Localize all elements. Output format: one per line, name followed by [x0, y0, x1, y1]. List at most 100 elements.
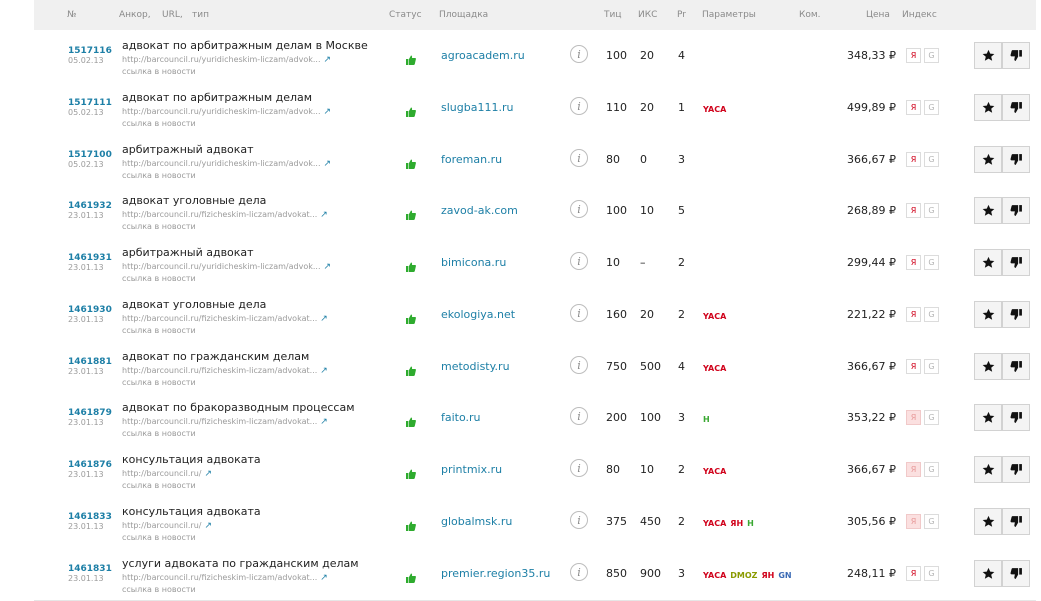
column-type[interactable]: тип — [192, 10, 209, 20]
favorite-button[interactable] — [974, 300, 1002, 328]
external-link-icon[interactable]: ↗ — [320, 210, 328, 220]
link-id[interactable]: 1461876 — [68, 460, 112, 470]
favorite-button[interactable] — [974, 507, 1002, 535]
yandex-index-badge[interactable]: Я — [906, 151, 921, 167]
yandex-index-badge[interactable]: Я — [906, 565, 921, 581]
google-index-badge[interactable]: G — [924, 410, 939, 426]
google-index-badge[interactable]: G — [924, 462, 939, 477]
yandex-index-badge[interactable]: Я — [906, 410, 921, 426]
info-icon[interactable]: i — [570, 200, 588, 219]
google-index-badge[interactable]: G — [924, 99, 939, 115]
column-iks[interactable]: ИКС — [638, 10, 657, 20]
info-icon[interactable]: i — [570, 252, 588, 270]
dislike-button[interactable] — [1002, 145, 1030, 173]
info-icon[interactable]: i — [570, 407, 588, 426]
dislike-button[interactable] — [1002, 352, 1030, 380]
favorite-button[interactable] — [974, 456, 1002, 483]
column-status[interactable]: Статус — [389, 10, 422, 20]
external-link-icon[interactable]: ↗ — [204, 521, 212, 531]
link-id[interactable]: 1517100 — [68, 150, 112, 160]
google-index-badge[interactable]: G — [924, 151, 939, 167]
link-id[interactable]: 1461931 — [68, 253, 112, 263]
google-index-badge[interactable]: G — [924, 306, 939, 322]
column-url[interactable]: URL, — [162, 10, 183, 20]
dislike-button[interactable] — [1002, 249, 1030, 276]
google-index-badge[interactable]: G — [924, 203, 939, 219]
link-id[interactable]: 1517111 — [68, 98, 112, 108]
yandex-index-badge[interactable]: Я — [906, 48, 921, 63]
site-link[interactable]: foreman.ru — [441, 153, 502, 166]
link-id[interactable]: 1461879 — [68, 408, 112, 418]
site-link[interactable]: printmix.ru — [441, 463, 502, 476]
external-link-icon[interactable]: ↗ — [320, 573, 328, 583]
dislike-button[interactable] — [1002, 42, 1030, 69]
site-link[interactable]: globalmsk.ru — [441, 515, 512, 528]
site-link[interactable]: slugba111.ru — [441, 101, 513, 114]
site-link[interactable]: faito.ru — [441, 411, 481, 424]
external-link-icon[interactable]: ↗ — [324, 107, 332, 117]
yandex-index-badge[interactable]: Я — [906, 462, 921, 477]
info-icon[interactable]: i — [570, 355, 588, 374]
google-index-badge[interactable]: G — [924, 48, 939, 63]
link-id[interactable]: 1461932 — [68, 201, 112, 211]
column-anchor[interactable]: Анкор, — [119, 10, 151, 20]
dislike-button[interactable] — [1002, 93, 1030, 121]
site-link[interactable]: ekologiya.net — [441, 308, 515, 321]
dislike-button[interactable] — [1002, 404, 1030, 432]
link-id[interactable]: 1517116 — [68, 46, 112, 56]
yandex-index-badge[interactable]: Я — [906, 513, 921, 529]
favorite-button[interactable] — [974, 145, 1002, 173]
site-link[interactable]: bimicona.ru — [441, 256, 506, 269]
column-pr[interactable]: Pr — [677, 10, 686, 20]
yandex-index-badge[interactable]: Я — [906, 203, 921, 219]
dislike-button[interactable] — [1002, 300, 1030, 328]
link-id[interactable]: 1461831 — [68, 564, 112, 574]
favorite-button[interactable] — [974, 42, 1002, 69]
external-link-icon[interactable]: ↗ — [320, 366, 328, 376]
yandex-index-badge[interactable]: Я — [906, 306, 921, 322]
params-list: YACA ЯН H — [703, 519, 758, 528]
link-id[interactable]: 1461833 — [68, 512, 112, 522]
favorite-button[interactable] — [974, 559, 1002, 587]
favorite-button[interactable] — [974, 352, 1002, 380]
favorite-button[interactable] — [974, 93, 1002, 121]
yandex-index-badge[interactable]: Я — [906, 99, 921, 115]
info-icon[interactable]: i — [570, 510, 588, 529]
site-link[interactable]: metodisty.ru — [441, 360, 510, 373]
yandex-index-badge[interactable]: Я — [906, 255, 921, 270]
info-icon[interactable]: i — [570, 303, 588, 322]
info-icon[interactable]: i — [570, 96, 588, 115]
dislike-button[interactable] — [1002, 197, 1030, 225]
favorite-button[interactable] — [974, 249, 1002, 276]
site-link[interactable]: premier.region35.ru — [441, 567, 550, 580]
favorite-button[interactable] — [974, 197, 1002, 225]
info-icon[interactable]: i — [570, 459, 588, 477]
pr-value: 2 — [678, 514, 685, 528]
info-icon[interactable]: i — [570, 562, 588, 581]
info-icon[interactable]: i — [570, 148, 588, 167]
link-id[interactable]: 1461881 — [68, 357, 112, 367]
external-link-icon[interactable]: ↗ — [324, 55, 332, 65]
external-link-icon[interactable]: ↗ — [320, 417, 328, 427]
favorite-button[interactable] — [974, 404, 1002, 432]
external-link-icon[interactable]: ↗ — [324, 262, 332, 272]
external-link-icon[interactable]: ↗ — [320, 314, 328, 324]
yandex-index-badge[interactable]: Я — [906, 358, 921, 374]
site-link[interactable]: zavod-ak.com — [441, 204, 518, 217]
google-index-badge[interactable]: G — [924, 513, 939, 529]
info-icon[interactable]: i — [570, 45, 588, 63]
external-link-icon[interactable]: ↗ — [204, 469, 212, 479]
column-tic[interactable]: Тиц — [604, 10, 621, 20]
params-list: YACA — [703, 467, 730, 476]
external-link-icon[interactable]: ↗ — [324, 159, 332, 169]
google-index-badge[interactable]: G — [924, 255, 939, 270]
dislike-button[interactable] — [1002, 456, 1030, 483]
google-index-badge[interactable]: G — [924, 358, 939, 374]
google-index-badge[interactable]: G — [924, 565, 939, 581]
dislike-button[interactable] — [1002, 507, 1030, 535]
dislike-button[interactable] — [1002, 559, 1030, 587]
column-site[interactable]: Площадка — [439, 10, 488, 20]
link-id[interactable]: 1461930 — [68, 305, 112, 315]
column-price[interactable]: Цена — [866, 10, 890, 20]
site-link[interactable]: agroacadem.ru — [441, 49, 525, 62]
